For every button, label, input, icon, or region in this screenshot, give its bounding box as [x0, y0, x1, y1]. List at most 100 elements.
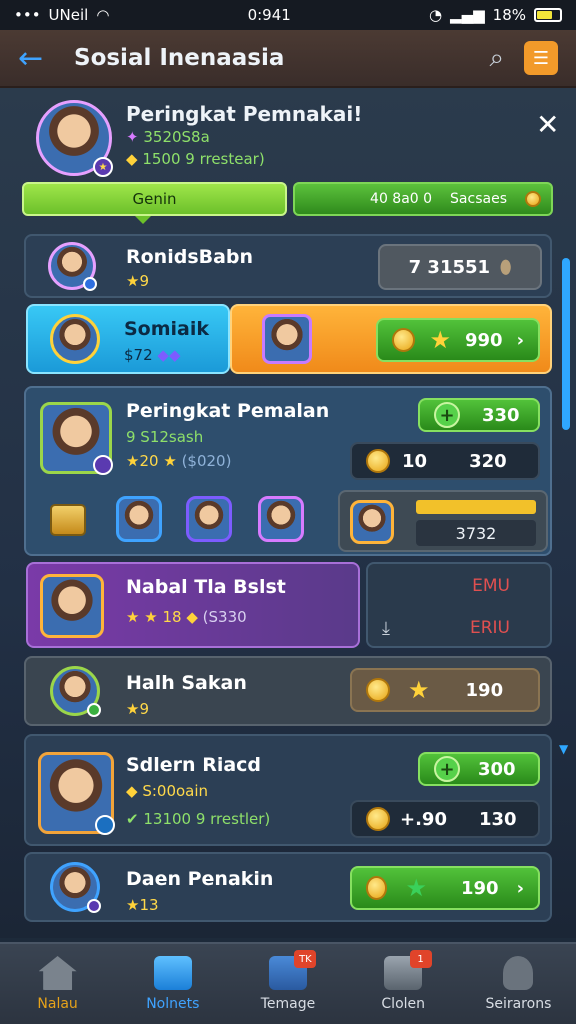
reward-pill[interactable]: ★ 190 ›	[350, 866, 540, 910]
player-name: Nabal Tla Bslst	[126, 576, 286, 598]
list-item[interactable]: Daen Penakin ★13 ★ 190 ›	[24, 852, 552, 922]
coin-icon: ◆	[126, 150, 138, 168]
reward-value: 190	[465, 679, 504, 701]
back-button[interactable]: ←	[18, 41, 54, 76]
team-avatar-2[interactable]	[186, 496, 232, 542]
star-icon: ★	[408, 676, 430, 704]
score-pill[interactable]: 7 31551 ⬮	[378, 244, 542, 290]
reward-value: 990	[465, 329, 503, 351]
player-avatar	[50, 314, 100, 364]
nav-label: Clolen	[381, 996, 426, 1012]
download-icon[interactable]: ⤓	[382, 618, 390, 639]
side-label-1: EMU	[472, 576, 510, 596]
coin-total: 320	[469, 450, 507, 472]
battery-percent: 18%	[492, 6, 526, 24]
coin-total: 130	[478, 808, 517, 830]
list-item[interactable]: RonidsBabn ★9 7 31551 ⬮	[24, 234, 552, 298]
nav-item-notes[interactable]: Nolnets	[115, 944, 230, 1024]
alarm-icon: ◔	[428, 6, 443, 24]
nav-label: Seirarons	[485, 996, 552, 1012]
status-badge	[95, 815, 115, 835]
coin-pill[interactable]: 10 320	[350, 442, 540, 480]
expanded-card[interactable]: Peringkat Pemalan 9 S12sash ★20 ★ ($020)…	[24, 386, 552, 556]
status-badge	[87, 703, 101, 717]
coin-icon	[366, 807, 390, 831]
status-bar: ••• UNeil ◠ 0:941 ◔ ▂▄▆ 18%	[0, 0, 576, 30]
score-pill[interactable]: + 330	[418, 398, 540, 432]
score-pill[interactable]: + 300	[418, 752, 540, 786]
coin-icon	[525, 191, 541, 207]
player-stat: 9 S12sash	[126, 428, 204, 446]
player-avatar	[38, 752, 115, 835]
tab-genin[interactable]: Genin	[22, 182, 287, 216]
clock: 0:941	[247, 6, 291, 24]
expanded-card[interactable]: Sdlern Riacd ◆ S:00oain ✔ 13100 9 rrestl…	[24, 734, 552, 846]
star-icon: ★	[429, 326, 451, 354]
team-avatar-3[interactable]	[258, 496, 304, 542]
nav-item-home[interactable]: Nalau	[0, 944, 115, 1024]
reward-pill[interactable]: ★ 990 ›	[376, 318, 540, 362]
list-item-highlight-right[interactable]: ★ 990 ›	[230, 304, 552, 374]
search-icon[interactable]: ⌕	[489, 43, 504, 74]
notification-badge: 1	[409, 950, 432, 968]
notification-badge: TK	[294, 950, 317, 968]
list-item-purple[interactable]: Nabal Tla Bslst ★ ★ 18 ◆ (S330	[26, 562, 360, 648]
player-name: Somiaik	[124, 318, 210, 340]
side-label-2: ERIU	[469, 618, 510, 638]
player-name: Peringkat Pemalan	[126, 400, 330, 422]
nav-item-profile[interactable]: Seirarons	[461, 944, 576, 1024]
featured-slot[interactable]: 3732	[338, 490, 548, 552]
player-score: ★13	[126, 896, 159, 914]
profile-avatar[interactable]: ★	[36, 100, 113, 177]
person-icon	[503, 956, 534, 990]
nav-item-message[interactable]: TK Temage	[230, 944, 345, 1024]
player-score: ★9	[126, 272, 149, 290]
gem-icon: ✦	[126, 128, 139, 146]
chest-icon[interactable]	[50, 504, 86, 536]
player-score: ★9	[126, 700, 149, 718]
star-icon: ★	[405, 874, 427, 902]
player-name: Daen Penakin	[126, 868, 274, 890]
page-title: Sosial Inenaasia	[74, 45, 285, 71]
signal-icon: •••	[14, 6, 41, 24]
menu-button[interactable]: ☰	[524, 41, 558, 75]
featured-banner	[416, 500, 536, 514]
tab-right-label: Sacsaes	[450, 191, 507, 207]
player-name: Halh Sakan	[126, 672, 247, 694]
chevron-right-icon: ›	[516, 329, 524, 351]
reward-value: 190	[461, 877, 499, 899]
score-value: 300	[478, 758, 516, 780]
coin-icon	[366, 876, 388, 900]
team-avatar-1[interactable]	[116, 496, 162, 542]
list-item-highlight-left[interactable]: Somiaik $72 ◆◆	[26, 304, 230, 374]
nav-item-clolen[interactable]: 1 Clolen	[346, 944, 461, 1024]
coin-icon	[366, 678, 390, 702]
profile-stat-1: ✦ 3520S8a	[126, 128, 210, 146]
tab-pointer	[135, 216, 151, 224]
scrollbar[interactable]	[562, 258, 570, 430]
tab-right-value: 40 8a0 0	[370, 191, 433, 207]
tab-sacsaes[interactable]: 40 8a0 0 Sacsaes	[293, 182, 553, 216]
nav-label: Temage	[260, 996, 316, 1012]
plus-icon: +	[434, 756, 460, 782]
cell-signal-icon: ▂▄▆	[450, 6, 485, 24]
player-name: Sdlern Riacd	[126, 754, 262, 776]
player-avatar	[262, 314, 312, 364]
carrier-label: UNeil	[48, 6, 89, 24]
chevron-right-icon: ›	[516, 877, 524, 899]
nav-label: Nolnets	[146, 996, 200, 1012]
coin-icon	[366, 449, 390, 473]
coin-delta: +.90	[400, 808, 447, 830]
plus-icon: +	[434, 402, 460, 428]
list-item[interactable]: Halh Sakan ★9 ★ 190	[24, 656, 552, 726]
player-avatar	[50, 862, 101, 913]
level-badge: ★	[93, 157, 113, 177]
player-score: $72 ◆◆	[124, 346, 181, 364]
close-button[interactable]: ✕	[536, 108, 568, 141]
coin-pill[interactable]: +.90 130	[350, 800, 540, 838]
reward-pill[interactable]: ★ 190	[350, 668, 540, 712]
profile-title: Peringkat Pemnakai!	[126, 102, 363, 126]
check-icon: ✔	[126, 810, 139, 828]
status-badge	[83, 277, 97, 291]
scroll-down-icon[interactable]: ▼	[559, 742, 568, 756]
